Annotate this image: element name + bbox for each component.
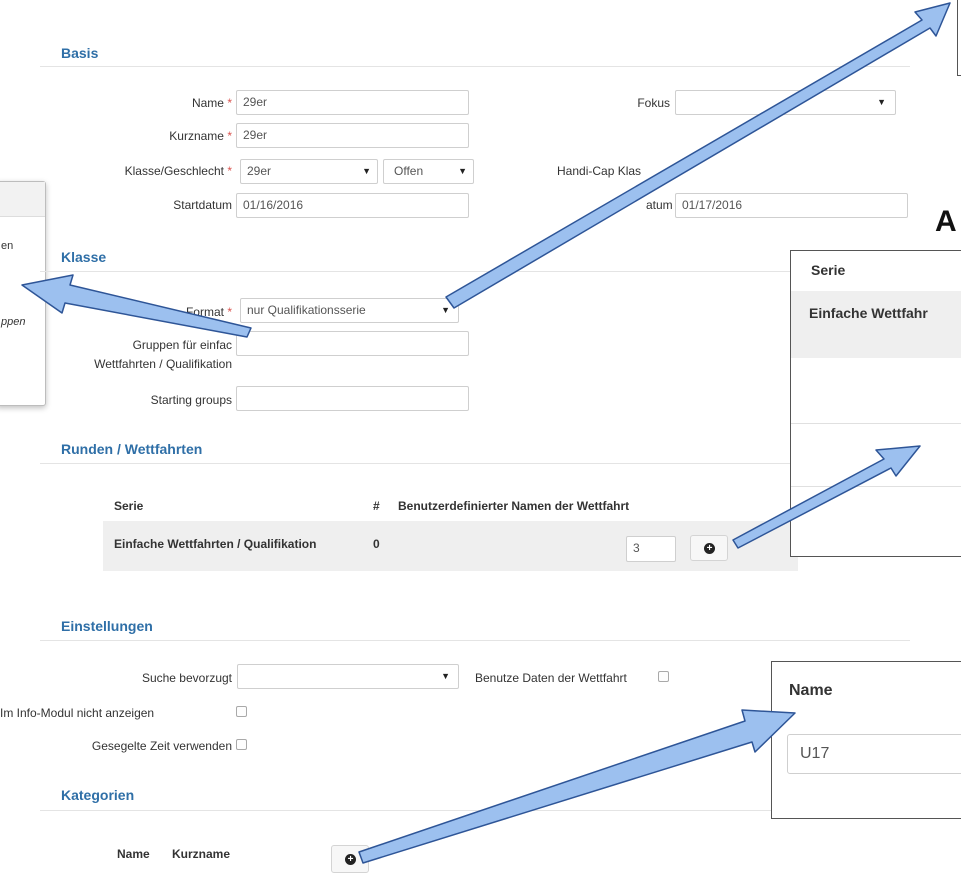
gruppen-input[interactable] (236, 331, 469, 356)
left-popup-text-2: ppen (1, 316, 26, 328)
chevron-down-icon: ▼ (441, 671, 450, 681)
geschlecht-select[interactable]: Offen ▼ (383, 159, 474, 184)
gruppen-label-line1: Gruppen für einfac (132, 338, 232, 352)
suche-bevorzugt-label: Suche bevorzugt (141, 671, 232, 685)
section-divider (40, 66, 910, 67)
runden-col-serie: Serie (114, 499, 144, 513)
runden-col-hash: # (373, 499, 380, 513)
runden-row-serie: Einfache Wettfahrten / Qualifikation (114, 537, 317, 551)
suche-bevorzugt-select[interactable]: ▼ (237, 664, 459, 689)
left-popup-header (0, 182, 45, 217)
fokus-label: Fokus (637, 96, 670, 110)
klasse-select[interactable]: 29er ▼ (240, 159, 378, 184)
name-input[interactable]: 29er (236, 90, 469, 115)
plus-circle-icon: + (345, 854, 356, 865)
handicap-klasse-label: Handi-Cap Klas (557, 164, 642, 178)
chevron-down-icon: ▼ (458, 166, 467, 176)
add-kategorie-button[interactable]: + (331, 845, 369, 873)
section-title-einstellungen: Einstellungen (61, 618, 153, 634)
add-wettfahrt-button[interactable]: + (690, 535, 728, 561)
section-divider (40, 271, 800, 272)
left-popup-text-1: en (1, 240, 14, 252)
fokus-select[interactable]: ▼ (675, 90, 896, 115)
section-title-klasse: Klasse (61, 249, 107, 265)
section-title-basis: Basis (61, 45, 99, 61)
starting-groups-label: Starting groups (150, 393, 232, 407)
arrow-to-name-callout (358, 709, 796, 864)
klasse-select-value: 29er (247, 164, 272, 178)
chevron-down-icon: ▼ (441, 305, 450, 315)
left-popup-fragment: en ppen (0, 181, 46, 406)
section-divider (40, 640, 910, 641)
kategorien-col-kurzname: Kurzname (172, 847, 231, 861)
serie-zoom-callout: Serie Einfache Wettfahr (790, 250, 961, 557)
gesegelte-zeit-checkbox[interactable] (236, 739, 247, 750)
plus-circle-icon: + (704, 543, 715, 554)
startdatum-input[interactable]: 01/16/2016 (236, 193, 469, 218)
format-select[interactable]: nur Qualifikationsserie ▼ (240, 298, 459, 323)
runden-col-names: Benutzerdefinierter Namen der Wettfahrt (398, 499, 630, 513)
info-modul-label: Im Info-Modul nicht anzeigen (0, 706, 155, 720)
callout-big-letter: A (935, 205, 957, 238)
serie-zoom-header: Serie (811, 262, 846, 278)
enddatum-label: atum (646, 198, 673, 212)
kategorien-col-name: Name (117, 847, 150, 861)
serie-zoom-row: Einfache Wettfahr (791, 291, 961, 358)
klasse-geschlecht-label: Klasse/Geschlecht * (124, 164, 232, 178)
chevron-down-icon: ▼ (362, 166, 371, 176)
gruppen-label-line2: Wettfahrten / Qualifikation (94, 357, 232, 371)
chevron-down-icon: ▼ (877, 97, 886, 107)
section-title-runden: Runden / Wettfahrten (61, 441, 203, 457)
format-label: Format * (185, 305, 232, 319)
name-label: Name * (191, 96, 232, 110)
enddatum-input[interactable]: 01/17/2016 (675, 193, 908, 218)
wettfahrt-count-input[interactable]: 3 (626, 536, 676, 562)
gesegelte-zeit-label: Gesegelte Zeit verwenden (91, 739, 232, 753)
name-zoom-callout: Name U17 (771, 661, 961, 819)
info-modul-checkbox[interactable] (236, 706, 247, 717)
serie-zoom-row-text: Einfache Wettfahr (809, 305, 928, 321)
section-divider (40, 463, 800, 464)
format-select-value: nur Qualifikationsserie (247, 303, 366, 317)
section-title-kategorien: Kategorien (61, 787, 135, 803)
benutze-daten-checkbox[interactable] (658, 671, 669, 682)
geschlecht-select-value: Offen (394, 164, 424, 178)
kurzname-label: Kurzname * (169, 129, 232, 143)
runden-row-count: 0 (373, 537, 380, 551)
kurzname-input[interactable]: 29er (236, 123, 469, 148)
name-zoom-header: Name (789, 682, 833, 699)
section-divider (40, 810, 800, 811)
name-zoom-input: U17 (787, 734, 961, 774)
startdatum-label: Startdatum (173, 198, 232, 212)
callout-divider (791, 423, 961, 424)
top-callout-fragment (957, 0, 961, 76)
benutze-daten-label: Benutze Daten der Wettfahrt (475, 671, 627, 685)
starting-groups-input[interactable] (236, 386, 469, 411)
callout-divider (791, 486, 961, 487)
